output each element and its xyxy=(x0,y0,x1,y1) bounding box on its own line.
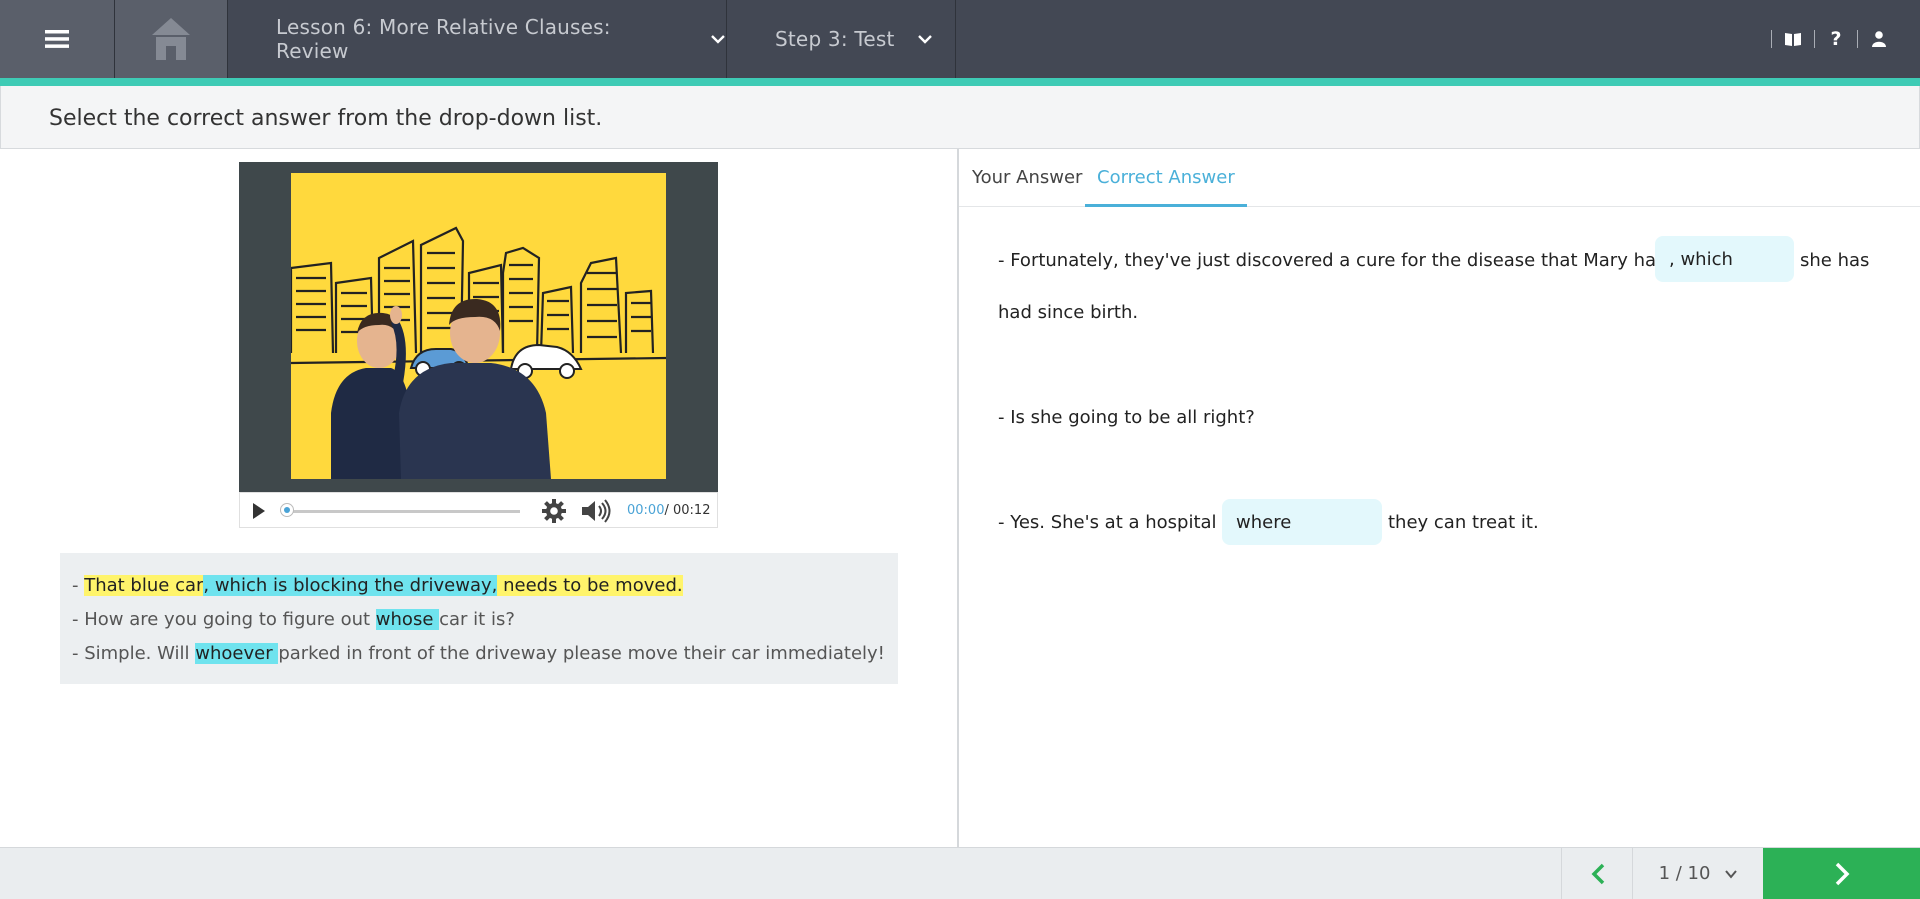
chevron-left-icon xyxy=(1591,863,1604,884)
volume-icon xyxy=(582,499,611,523)
tab-correct-answer[interactable]: Correct Answer xyxy=(1085,149,1247,207)
progress-knob[interactable] xyxy=(280,503,294,517)
user-icon xyxy=(1872,31,1886,47)
accent-stripe xyxy=(0,78,1920,86)
play-button[interactable] xyxy=(252,502,266,524)
line-text: parked in front of the driveway please m… xyxy=(278,643,885,664)
line-text: - How are you going to figure out xyxy=(72,609,376,630)
time-separator: / xyxy=(664,503,669,518)
gear-icon xyxy=(542,499,566,523)
play-icon xyxy=(253,503,265,519)
lesson-title: Lesson 6: More Relative Clauses: Review xyxy=(276,15,611,63)
video-thumbnail xyxy=(291,173,666,479)
line-text: - Simple. Will xyxy=(72,643,196,664)
highlight-cyan: whose xyxy=(375,609,440,630)
transcript-box: - That blue car, which is blocking the d… xyxy=(60,553,898,684)
divider xyxy=(114,0,115,78)
question-1-text: - Fortunately, they've just discovered a… xyxy=(998,250,1666,271)
line-text: car it is? xyxy=(439,609,515,630)
line-prefix: - xyxy=(72,575,85,596)
question-1-text-after: she has xyxy=(1800,250,1870,271)
video-frame xyxy=(291,173,666,479)
help-icon[interactable]: ? xyxy=(1825,28,1847,50)
menu-button[interactable] xyxy=(0,0,114,78)
progress-track[interactable] xyxy=(286,510,520,513)
total-time: 00:12 xyxy=(673,503,711,518)
home-button[interactable] xyxy=(115,0,227,78)
highlight-yellow: That blue car xyxy=(84,575,204,596)
page-selector[interactable]: 1 / 10 xyxy=(1632,848,1764,899)
tab-your-answer[interactable]: Your Answer xyxy=(972,149,1082,206)
current-time: 00:00 xyxy=(627,503,665,518)
lesson-selector[interactable]: Lesson 6: More Relative Clauses: Review xyxy=(228,0,726,78)
book-icon xyxy=(1785,33,1801,46)
chevron-down-icon xyxy=(917,35,932,44)
answer-value: where xyxy=(1236,511,1292,533)
question-3-text: - Yes. She's at a hospital xyxy=(998,512,1217,533)
instruction-bar: Select the correct answer from the drop-… xyxy=(0,86,1920,149)
step-selector[interactable]: Step 3: Test xyxy=(727,0,955,78)
panel-divider xyxy=(957,149,959,847)
menu-icon xyxy=(45,30,69,48)
answer-dropdown-1[interactable]: , which xyxy=(1655,236,1794,282)
answer-dropdown-3[interactable]: where xyxy=(1222,499,1382,545)
chevron-down-icon xyxy=(711,35,725,44)
active-tab-indicator xyxy=(1085,204,1247,207)
answer-tabs: Your Answer Correct Answer xyxy=(959,149,1920,207)
book-button[interactable] xyxy=(1782,28,1804,50)
divider xyxy=(955,0,956,78)
transcript-line-3: - Simple. Will whoever parked in front o… xyxy=(72,643,885,664)
chevron-right-icon xyxy=(1835,862,1849,885)
highlight-cyan: whoever xyxy=(195,643,279,664)
instruction-text: Select the correct answer from the drop-… xyxy=(49,106,603,131)
home-icon xyxy=(152,18,190,60)
highlight-cyan: , which is blocking the driveway, xyxy=(203,575,498,596)
time-display: 00:00/ 00:12 xyxy=(627,503,710,518)
tab-label: Correct Answer xyxy=(1097,167,1235,188)
next-button[interactable] xyxy=(1763,848,1920,899)
divider xyxy=(1814,30,1815,48)
top-bar: Lesson 6: More Relative Clauses: Review … xyxy=(0,0,1920,86)
divider xyxy=(1857,30,1858,48)
video-player[interactable]: 00:00/ 00:12 xyxy=(239,162,718,528)
page-indicator: 1 / 10 xyxy=(1658,863,1711,884)
question-2-text: - Is she going to be all right? xyxy=(998,407,1255,428)
question-1-continuation: had since birth. xyxy=(998,302,1139,323)
transcript-line-1: - That blue car, which is blocking the d… xyxy=(72,575,683,596)
question-3-text-after: they can treat it. xyxy=(1388,512,1539,533)
video-controls: 00:00/ 00:12 xyxy=(239,492,718,528)
footer-bar: 1 / 10 xyxy=(0,847,1920,899)
transcript-line-2: - How are you going to figure out whose … xyxy=(72,609,515,630)
answer-value: , which xyxy=(1669,248,1733,270)
chevron-down-icon xyxy=(1725,869,1738,879)
profile-button[interactable] xyxy=(1868,28,1890,50)
highlight-yellow: needs to be moved. xyxy=(497,575,683,596)
volume-button[interactable] xyxy=(581,499,613,527)
settings-button[interactable] xyxy=(542,499,566,527)
divider xyxy=(1771,30,1772,48)
previous-button[interactable] xyxy=(1561,848,1633,899)
tab-label: Your Answer xyxy=(972,167,1083,188)
step-title: Step 3: Test xyxy=(775,27,895,51)
header-actions: ? xyxy=(1761,0,1890,78)
